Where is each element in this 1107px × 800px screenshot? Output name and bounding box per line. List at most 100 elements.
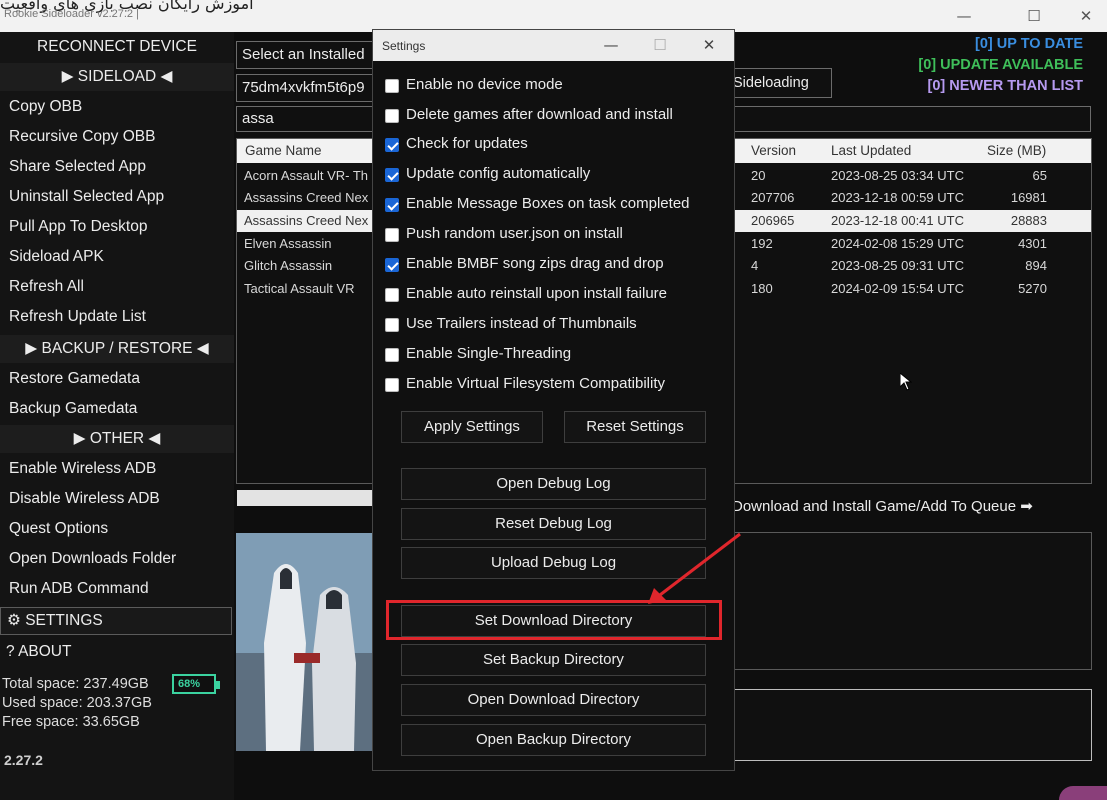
checkbox[interactable] [385, 79, 399, 93]
open-backup-directory-button[interactable]: Open Backup Directory [401, 724, 706, 756]
release-notes-box [730, 532, 1092, 670]
cell-size: 4301 [1018, 236, 1047, 251]
settings-dialog-title: Settings [382, 39, 426, 53]
settings-dialog: Settings — ☐ ✕ Enable no device mode Del… [372, 29, 735, 771]
cell-updated: 2023-08-25 09:31 UTC [831, 258, 964, 273]
sideloading-button[interactable]: Sideloading [722, 68, 832, 98]
checkbox[interactable] [385, 378, 399, 392]
sidebar: RECONNECT DEVICE ▶ SIDELOAD ◀ Copy OBB R… [0, 32, 234, 800]
game-thumbnail-image [236, 533, 374, 751]
dialog-close-icon[interactable]: ✕ [697, 35, 721, 55]
checkbox[interactable] [385, 318, 399, 332]
cell-version: 4 [751, 258, 759, 273]
other-header[interactable]: ▶ OTHER ◀ [0, 425, 234, 453]
maximize-icon[interactable]: ☐ [1022, 6, 1046, 26]
cell-updated: 2023-12-18 00:59 UTC [831, 190, 964, 205]
column-version[interactable]: Version [751, 143, 796, 158]
enable-wireless-adb-button[interactable]: Enable Wireless ADB [0, 454, 234, 484]
column-last-updated[interactable]: Last Updated [831, 143, 911, 158]
sideload-apk-button[interactable]: Sideload APK [0, 242, 234, 272]
cell-updated: 2023-12-18 00:41 UTC [831, 213, 964, 228]
run-adb-command-button[interactable]: Run ADB Command [0, 574, 234, 604]
checkbox[interactable] [385, 348, 399, 362]
refresh-update-list-button[interactable]: Refresh Update List [0, 302, 234, 332]
option-label: Enable BMBF song zips drag and drop [406, 255, 664, 272]
minimize-icon[interactable]: — [952, 6, 976, 26]
reconnect-device-button[interactable]: RECONNECT DEVICE [0, 32, 234, 62]
checkbox[interactable] [385, 138, 399, 152]
reset-settings-button[interactable]: Reset Settings [564, 411, 706, 443]
battery-percent: 68% [178, 678, 201, 690]
checkbox[interactable] [385, 258, 399, 272]
cell-game-name: Assassins Creed Nex [244, 190, 369, 205]
version-label: 2.27.2 [4, 752, 43, 768]
copy-obb-button[interactable]: Copy OBB [0, 92, 234, 122]
settings-button[interactable]: ⚙ SETTINGS [0, 607, 232, 635]
about-button[interactable]: ? ABOUT [0, 638, 240, 666]
download-install-button[interactable]: Download and Install Game/Add To Queue ➡ [732, 497, 1033, 515]
sideload-header[interactable]: ▶ SIDELOAD ◀ [0, 63, 234, 91]
checkbox[interactable] [385, 228, 399, 242]
pull-app-to-desktop-button[interactable]: Pull App To Desktop [0, 212, 234, 242]
status-update-available[interactable]: [0] UPDATE AVAILABLE [918, 57, 1083, 73]
battery-indicator: 68% [172, 674, 220, 694]
cell-game-name: Assassins Creed Nex [244, 213, 369, 228]
cell-version: 20 [751, 168, 766, 183]
cell-version: 192 [751, 236, 773, 251]
channel-logo-corner [1059, 786, 1107, 800]
refresh-all-button[interactable]: Refresh All [0, 272, 234, 302]
cell-size: 65 [1032, 168, 1047, 183]
share-selected-app-button[interactable]: Share Selected App [0, 152, 234, 182]
quest-options-button[interactable]: Quest Options [0, 514, 234, 544]
open-downloads-folder-button[interactable]: Open Downloads Folder [0, 544, 234, 574]
cell-game-name: Glitch Assassin [244, 258, 333, 273]
set-backup-directory-button[interactable]: Set Backup Directory [401, 644, 706, 676]
option-label: Enable auto reinstall upon install failu… [406, 285, 667, 302]
apply-settings-button[interactable]: Apply Settings [401, 411, 543, 443]
backup-gamedata-button[interactable]: Backup Gamedata [0, 394, 234, 424]
recursive-copy-obb-button[interactable]: Recursive Copy OBB [0, 122, 234, 152]
cell-game-name: Acorn Assault VR- Th [244, 168, 369, 183]
dialog-minimize-icon[interactable]: — [599, 35, 623, 55]
open-download-directory-button[interactable]: Open Download Directory [401, 684, 706, 716]
option-label: Enable Single-Threading [406, 345, 572, 362]
uninstall-selected-app-button[interactable]: Uninstall Selected App [0, 182, 234, 212]
cell-updated: 2024-02-09 15:54 UTC [831, 281, 964, 296]
restore-gamedata-button[interactable]: Restore Gamedata [0, 364, 234, 394]
battery-nub [216, 681, 220, 689]
status-newer-than-list[interactable]: [0] NEWER THAN LIST [928, 78, 1083, 94]
status-up-to-date[interactable]: [0] UP TO DATE [975, 36, 1083, 52]
cell-game-name: Tactical Assault VR [244, 281, 355, 296]
checkbox[interactable] [385, 109, 399, 123]
cell-version: 180 [751, 281, 773, 296]
used-space-label: Used space: 203.37GB [2, 695, 152, 711]
column-size[interactable]: Size (MB) [987, 143, 1046, 158]
cell-size: 28883 [1010, 213, 1047, 228]
option-label: Enable no device mode [406, 76, 563, 93]
game-description-box [730, 689, 1092, 761]
cell-updated: 2023-08-25 03:34 UTC [831, 168, 964, 183]
close-icon[interactable]: ✕ [1074, 6, 1098, 26]
cell-version: 206965 [751, 213, 795, 228]
option-label: Check for updates [406, 135, 528, 152]
window-titlebar: آموزش رایگان نصب بازی های واقعیت Rookie … [0, 0, 1107, 32]
settings-dialog-titlebar: Settings — ☐ ✕ [373, 30, 734, 61]
total-space-label: Total space: 237.49GB [2, 676, 149, 692]
open-debug-log-button[interactable]: Open Debug Log [401, 468, 706, 500]
app-title: Rookie Sideloader v2.27.2 | [4, 8, 139, 20]
cell-size: 16981 [1010, 190, 1047, 205]
annotation-arrow-icon [648, 532, 741, 604]
device-id-select[interactable]: 75dm4xvkfm5t6p9 [236, 74, 376, 102]
free-space-label: Free space: 33.65GB [2, 714, 140, 730]
option-label: Enable Message Boxes on task completed [406, 195, 690, 212]
installed-apps-select[interactable]: Select an Installed [236, 41, 376, 69]
backup-restore-header[interactable]: ▶ BACKUP / RESTORE ◀ [0, 335, 234, 363]
disable-wireless-adb-button[interactable]: Disable Wireless ADB [0, 484, 234, 514]
download-progress-bar [237, 490, 374, 506]
column-game-name[interactable]: Game Name [245, 143, 322, 158]
checkbox[interactable] [385, 198, 399, 212]
cell-updated: 2024-02-08 15:29 UTC [831, 236, 964, 251]
checkbox[interactable] [385, 168, 399, 182]
cell-version: 207706 [751, 190, 795, 205]
checkbox[interactable] [385, 288, 399, 302]
